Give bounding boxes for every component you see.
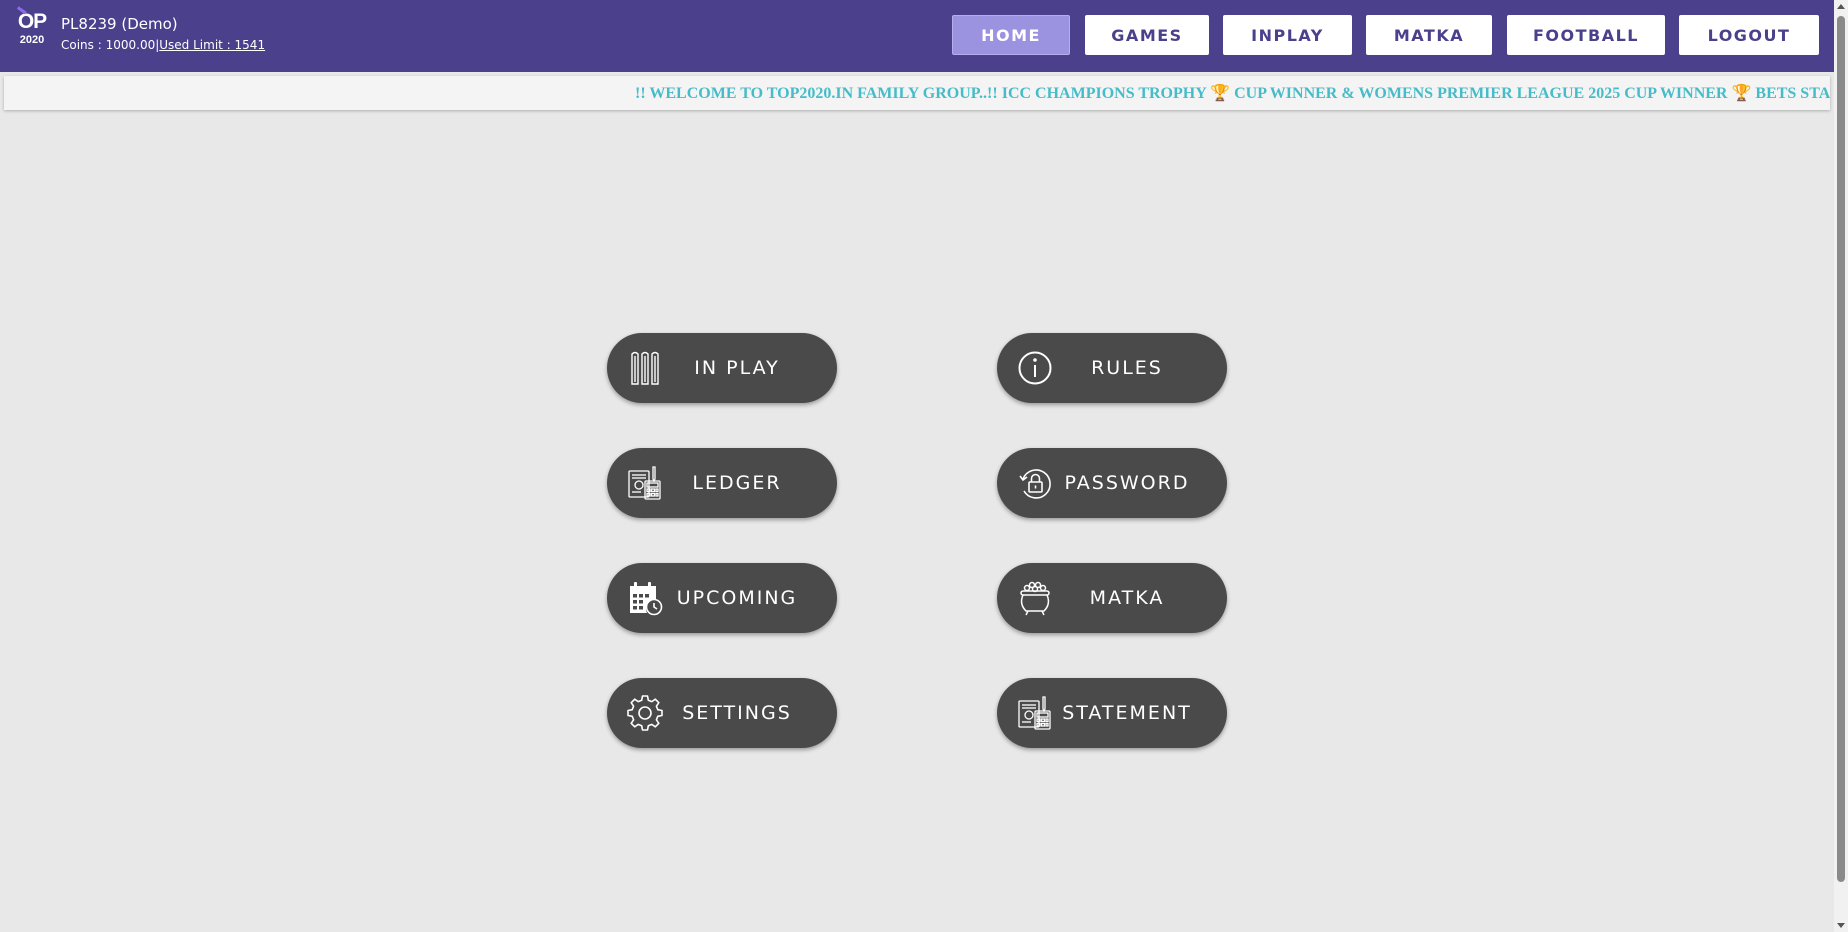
ticker-message: !! WELCOME TO TOP2020.IN FAMILY GROUP..!… bbox=[635, 85, 1830, 102]
scroll-down-arrow-icon[interactable] bbox=[1837, 923, 1845, 928]
statement-calculator-icon bbox=[1018, 696, 1051, 730]
user-name: PL8239 (Demo) bbox=[61, 15, 178, 33]
lock-refresh-icon bbox=[1019, 469, 1051, 499]
user-info: PL8239 (Demo) Coins : 1000.00|Used Limit… bbox=[61, 15, 265, 52]
matka-label: MATKA bbox=[1089, 587, 1165, 609]
rules-tile-button[interactable]: RULES bbox=[997, 333, 1227, 403]
in-play-tile-button[interactable]: IN PLAY bbox=[607, 333, 837, 403]
in-play-label: IN PLAY bbox=[694, 357, 780, 379]
settings-tile-button[interactable]: SETTINGS bbox=[607, 678, 837, 748]
calendar-clock-icon bbox=[630, 582, 663, 616]
used-limit-link[interactable]: Used Limit : 1541 bbox=[159, 38, 265, 52]
nav-logout-button[interactable]: LOGOUT bbox=[1679, 15, 1819, 55]
gear-icon bbox=[627, 695, 663, 731]
nav-home-button[interactable]: HOME bbox=[952, 15, 1070, 55]
upcoming-label: UPCOMING bbox=[676, 587, 798, 609]
ledger-tile-button[interactable]: LEDGER bbox=[607, 448, 837, 518]
nav-games-button[interactable]: GAMES bbox=[1085, 15, 1209, 55]
coins-line: Coins : 1000.00|Used Limit : 1541 bbox=[61, 38, 265, 52]
page-scrollbar[interactable] bbox=[1834, 0, 1848, 932]
news-ticker: !! WELCOME TO TOP2020.IN FAMILY GROUP..!… bbox=[4, 76, 1830, 110]
logo-text-bottom: 2020 bbox=[19, 34, 45, 46]
matka-tile-button[interactable]: MATKA bbox=[997, 563, 1227, 633]
password-label: PASSWORD bbox=[1064, 472, 1190, 494]
scroll-up-arrow-icon[interactable] bbox=[1837, 4, 1845, 9]
site-logo[interactable]: OP 2020 bbox=[10, 6, 54, 54]
rules-label: RULES bbox=[1091, 357, 1163, 379]
password-tile-button[interactable]: PASSWORD bbox=[997, 448, 1227, 518]
ledger-calculator-icon bbox=[628, 466, 661, 500]
info-icon bbox=[1018, 351, 1052, 385]
nav-matka-button[interactable]: MATKA bbox=[1366, 15, 1492, 55]
statement-label: STATEMENT bbox=[1062, 702, 1192, 724]
ledger-label: LEDGER bbox=[692, 472, 782, 494]
upcoming-tile-button[interactable]: UPCOMING bbox=[607, 563, 837, 633]
scrollbar-thumb[interactable] bbox=[1837, 16, 1845, 882]
settings-label: SETTINGS bbox=[682, 702, 792, 724]
nav-football-button[interactable]: FOOTBALL bbox=[1507, 15, 1665, 55]
coins-balance: Coins : 1000.00 bbox=[61, 38, 156, 52]
pot-icon bbox=[1020, 581, 1050, 616]
statement-tile-button[interactable]: STATEMENT bbox=[997, 678, 1227, 748]
cricket-stumps-icon bbox=[631, 351, 659, 385]
top-navbar: OP 2020 PL8239 (Demo) Coins : 1000.00|Us… bbox=[0, 0, 1834, 72]
nav-inplay-button[interactable]: INPLAY bbox=[1223, 15, 1352, 55]
